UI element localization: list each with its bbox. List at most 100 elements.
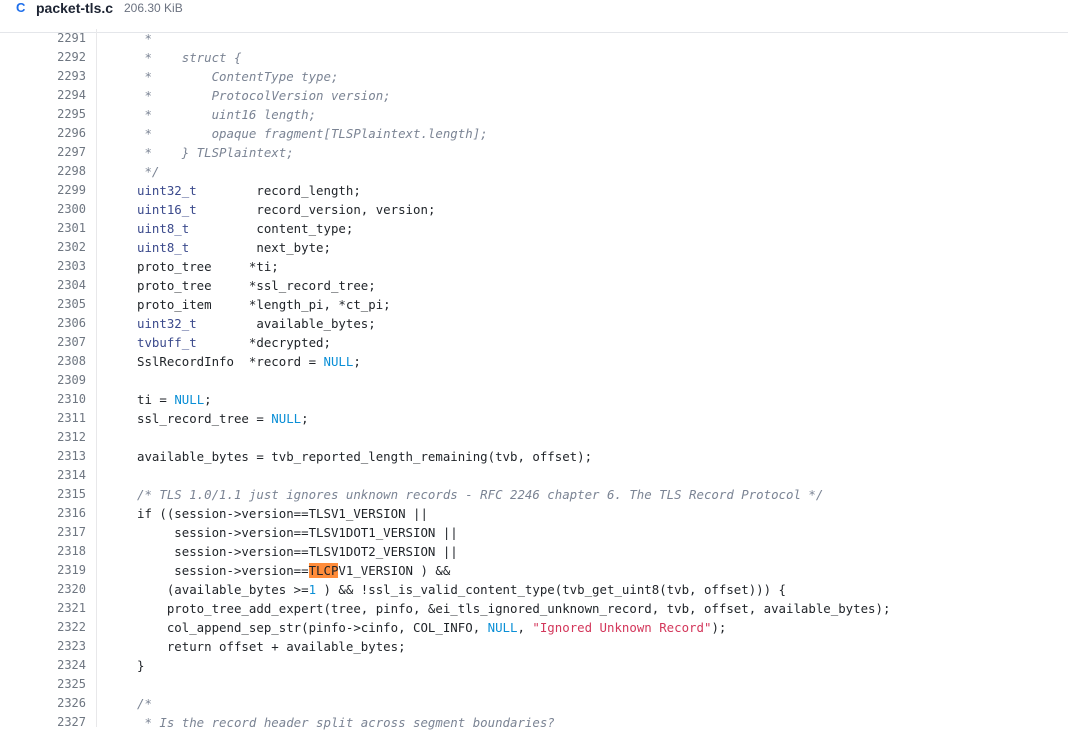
code-text: proto_tree *ti; bbox=[137, 257, 279, 276]
line-number[interactable]: 2297 bbox=[0, 143, 86, 162]
code-token: 1 bbox=[308, 582, 317, 597]
line-number[interactable]: 2294 bbox=[0, 86, 86, 105]
line-number[interactable]: 2291 bbox=[0, 29, 86, 48]
code-token: uint8_t bbox=[137, 221, 190, 236]
code-text: if ((session->version==TLSV1_VERSION || bbox=[137, 504, 428, 523]
line-number[interactable]: 2309 bbox=[0, 371, 86, 390]
code-line: 2312 bbox=[0, 428, 1068, 447]
code-line: 2323 return offset + available_bytes; bbox=[0, 637, 1068, 656]
code-token: * struct { bbox=[137, 50, 242, 65]
code-token: return offset + available_bytes; bbox=[137, 639, 406, 654]
code-text: uint8_t content_type; bbox=[137, 219, 353, 238]
code-token: "Ignored Unknown Record" bbox=[532, 620, 712, 635]
code-token: session->version== bbox=[137, 563, 309, 578]
code-line: 2325 bbox=[0, 675, 1068, 694]
code-line: 2291 * bbox=[0, 29, 1068, 48]
code-line: 2302 uint8_t next_byte; bbox=[0, 238, 1068, 257]
line-number[interactable]: 2310 bbox=[0, 390, 86, 409]
code-line: 2322 col_append_sep_str(pinfo->cinfo, CO… bbox=[0, 618, 1068, 637]
code-line: 2318 session->version==TLSV1DOT2_VERSION… bbox=[0, 542, 1068, 561]
line-number[interactable]: 2314 bbox=[0, 466, 86, 485]
code-token: available_bytes; bbox=[196, 316, 376, 331]
line-number[interactable]: 2293 bbox=[0, 67, 86, 86]
code-line: 2310 ti = NULL; bbox=[0, 390, 1068, 409]
code-line: 2293 * ContentType type; bbox=[0, 67, 1068, 86]
code-text: proto_item *length_pi, *ct_pi; bbox=[137, 295, 391, 314]
code-line: 2307 tvbuff_t *decrypted; bbox=[0, 333, 1068, 352]
line-number[interactable]: 2321 bbox=[0, 599, 86, 618]
code-token: * Is the record header split across segm… bbox=[137, 715, 555, 730]
line-number[interactable]: 2302 bbox=[0, 238, 86, 257]
code-line: 2294 * ProtocolVersion version; bbox=[0, 86, 1068, 105]
line-number[interactable]: 2319 bbox=[0, 561, 86, 580]
line-number[interactable]: 2322 bbox=[0, 618, 86, 637]
code-line: 2309 bbox=[0, 371, 1068, 390]
line-number[interactable]: 2320 bbox=[0, 580, 86, 599]
code-line: 2306 uint32_t available_bytes; bbox=[0, 314, 1068, 333]
code-text: uint8_t next_byte; bbox=[137, 238, 331, 257]
code-token: proto_tree_add_expert(tree, pinfo, &ei_t… bbox=[137, 601, 891, 616]
line-number[interactable]: 2324 bbox=[0, 656, 86, 675]
code-text: /* TLS 1.0/1.1 just ignores unknown reco… bbox=[137, 485, 823, 504]
line-number[interactable]: 2311 bbox=[0, 409, 86, 428]
line-number[interactable]: 2327 bbox=[0, 713, 86, 732]
code-token: record_length; bbox=[196, 183, 361, 198]
line-number[interactable]: 2292 bbox=[0, 48, 86, 67]
line-number[interactable]: 2299 bbox=[0, 181, 86, 200]
line-number[interactable]: 2323 bbox=[0, 637, 86, 656]
line-number[interactable]: 2308 bbox=[0, 352, 86, 371]
code-line: 2296 * opaque fragment[TLSPlaintext.leng… bbox=[0, 124, 1068, 143]
code-token: * } TLSPlaintext; bbox=[137, 145, 294, 160]
line-number[interactable]: 2298 bbox=[0, 162, 86, 181]
code-token: content_type; bbox=[189, 221, 354, 236]
file-name[interactable]: packet-tls.c bbox=[36, 0, 113, 16]
line-number[interactable]: 2325 bbox=[0, 675, 86, 694]
line-number[interactable]: 2313 bbox=[0, 447, 86, 466]
line-number[interactable]: 2317 bbox=[0, 523, 86, 542]
code-token: ) && !ssl_is_valid_content_type(tvb_get_… bbox=[316, 582, 787, 597]
line-number[interactable]: 2296 bbox=[0, 124, 86, 143]
code-text: * opaque fragment[TLSPlaintext.length]; bbox=[137, 124, 488, 143]
code-line: 2300 uint16_t record_version, version; bbox=[0, 200, 1068, 219]
code-line: 2298 */ bbox=[0, 162, 1068, 181]
code-token: tvbuff_t bbox=[137, 335, 197, 350]
line-number[interactable]: 2312 bbox=[0, 428, 86, 447]
line-number[interactable]: 2295 bbox=[0, 105, 86, 124]
code-token: } bbox=[137, 658, 145, 673]
code-token: SslRecordInfo *record = bbox=[137, 354, 324, 369]
line-number[interactable]: 2303 bbox=[0, 257, 86, 276]
code-token: record_version, version; bbox=[196, 202, 436, 217]
code-token: ; bbox=[353, 354, 361, 369]
line-number[interactable]: 2307 bbox=[0, 333, 86, 352]
code-token: ; bbox=[204, 392, 212, 407]
line-number[interactable]: 2318 bbox=[0, 542, 86, 561]
code-viewer[interactable]: 2291 * 2292 * struct {2293 * ContentType … bbox=[0, 29, 1068, 730]
line-number[interactable]: 2301 bbox=[0, 219, 86, 238]
line-number[interactable]: 2305 bbox=[0, 295, 86, 314]
code-line: 2324} bbox=[0, 656, 1068, 675]
code-text: SslRecordInfo *record = NULL; bbox=[137, 352, 361, 371]
code-line: 2301 uint8_t content_type; bbox=[0, 219, 1068, 238]
code-text: * struct { bbox=[137, 48, 241, 67]
line-number[interactable]: 2304 bbox=[0, 276, 86, 295]
code-token: *decrypted; bbox=[196, 335, 331, 350]
line-number[interactable]: 2306 bbox=[0, 314, 86, 333]
code-text: * ProtocolVersion version; bbox=[137, 86, 390, 105]
code-token: * opaque fragment[TLSPlaintext.length]; bbox=[137, 126, 488, 141]
line-number[interactable]: 2326 bbox=[0, 694, 86, 713]
code-line: 2292 * struct { bbox=[0, 48, 1068, 67]
code-token: * ContentType type; bbox=[137, 69, 339, 84]
line-number[interactable]: 2315 bbox=[0, 485, 86, 504]
line-number[interactable]: 2316 bbox=[0, 504, 86, 523]
code-token: if ((session->version==TLSV1_VERSION || bbox=[137, 506, 428, 521]
code-token: available_bytes = tvb_reported_length_re… bbox=[137, 449, 593, 464]
code-text: * Is the record header split across segm… bbox=[137, 713, 555, 732]
code-line: 2320 (available_bytes >=1 ) && !ssl_is_v… bbox=[0, 580, 1068, 599]
code-text: ti = NULL; bbox=[137, 390, 212, 409]
code-text: * uint16 length; bbox=[137, 105, 316, 124]
code-line: 2304 proto_tree *ssl_record_tree; bbox=[0, 276, 1068, 295]
line-number[interactable]: 2300 bbox=[0, 200, 86, 219]
code-token: proto_tree *ssl_record_tree; bbox=[137, 278, 376, 293]
code-text: * ContentType type; bbox=[137, 67, 338, 86]
code-token: session->version==TLSV1DOT1_VERSION || bbox=[137, 525, 458, 540]
